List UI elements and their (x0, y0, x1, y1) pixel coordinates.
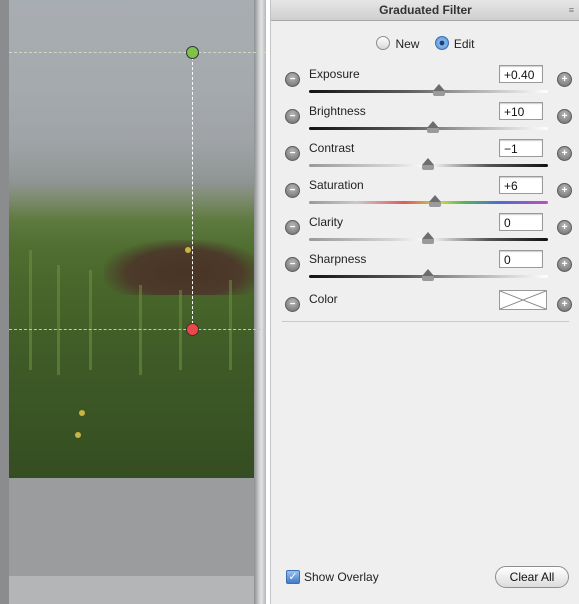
sharpness-slider-thumb[interactable] (422, 269, 434, 281)
filter-end-pin[interactable] (186, 323, 199, 336)
photo-flower (75, 432, 81, 438)
panel-menu-icon[interactable]: ≡ (569, 0, 574, 20)
image-bottom-bar (9, 576, 266, 604)
show-overlay-checkbox[interactable]: ✓ (286, 570, 300, 584)
saturation-value-field[interactable]: +6 (499, 176, 543, 194)
color-label: Color (309, 292, 338, 306)
mode-selector: New Edit (271, 36, 579, 51)
saturation-slider-thumb[interactable] (429, 195, 441, 207)
sharpness-increase-button[interactable]: + (557, 257, 572, 272)
contrast-label: Contrast (309, 141, 355, 155)
clarity-slider-thumb[interactable] (422, 232, 434, 244)
exposure-increase-button[interactable]: + (557, 72, 572, 87)
clarity-increase-button[interactable]: + (557, 220, 572, 235)
panel-separator (282, 321, 569, 322)
color-add-button[interactable]: + (557, 297, 572, 312)
exposure-slider-track[interactable] (309, 90, 548, 93)
exposure-row: − Exposure +0.40 + (271, 64, 579, 101)
photo-canvas[interactable] (9, 0, 254, 478)
clarity-decrease-button[interactable]: − (285, 220, 300, 235)
radio-new[interactable] (376, 36, 391, 50)
exposure-value-field[interactable]: +0.40 (499, 65, 543, 83)
color-remove-button[interactable]: − (285, 297, 300, 312)
brightness-value-field[interactable]: +10 (499, 102, 543, 120)
clarity-value-field[interactable]: 0 (499, 213, 543, 231)
image-bottom-background (9, 478, 254, 576)
sharpness-label: Sharpness (309, 252, 367, 266)
no-color-icon (499, 290, 547, 310)
photo-grass (139, 285, 142, 375)
show-overlay-label: Show Overlay (304, 570, 379, 584)
photo-grass (179, 290, 182, 370)
clarity-label: Clarity (309, 215, 344, 229)
mode-new[interactable]: New (376, 36, 422, 51)
filter-direction-line[interactable] (192, 52, 193, 329)
contrast-decrease-button[interactable]: − (285, 146, 300, 161)
exposure-decrease-button[interactable]: − (285, 72, 300, 87)
exposure-slider-thumb[interactable] (433, 84, 445, 96)
graduated-filter-panel: Graduated Filter ≡ New Edit − Exposure +… (270, 0, 579, 604)
contrast-row: − Contrast −1 + (271, 138, 579, 175)
photo-flower (185, 247, 191, 253)
mode-new-label: New (395, 37, 420, 51)
photo-grass (229, 280, 232, 370)
panel-header: Graduated Filter ≡ (271, 0, 579, 21)
mode-edit-label: Edit (453, 37, 475, 51)
panel-title: Graduated Filter (379, 3, 472, 17)
contrast-increase-button[interactable]: + (557, 146, 572, 161)
sharpness-row: − Sharpness 0 + (271, 249, 579, 286)
filter-end-guide[interactable] (9, 329, 266, 330)
brightness-increase-button[interactable]: + (557, 109, 572, 124)
clear-all-button[interactable]: Clear All (495, 566, 569, 588)
filter-start-pin[interactable] (186, 46, 199, 59)
photo-flower (79, 410, 85, 416)
color-swatch[interactable] (499, 290, 547, 310)
image-preview-area[interactable] (0, 0, 266, 604)
brightness-slider-thumb[interactable] (427, 121, 439, 133)
sharpness-decrease-button[interactable]: − (285, 257, 300, 272)
exposure-label: Exposure (309, 67, 360, 81)
left-edge-strip (0, 0, 9, 604)
brightness-decrease-button[interactable]: − (285, 109, 300, 124)
clarity-row: − Clarity 0 + (271, 212, 579, 249)
saturation-decrease-button[interactable]: − (285, 183, 300, 198)
panel-divider[interactable] (254, 0, 266, 604)
photo-grass (89, 270, 92, 370)
saturation-increase-button[interactable]: + (557, 183, 572, 198)
filter-start-guide[interactable] (9, 52, 266, 53)
photo-grass (29, 250, 32, 370)
radio-edit[interactable] (434, 36, 449, 50)
saturation-label: Saturation (309, 178, 364, 192)
photo-grass (57, 265, 60, 375)
contrast-slider-thumb[interactable] (422, 158, 434, 170)
mode-edit[interactable]: Edit (434, 36, 475, 51)
contrast-value-field[interactable]: −1 (499, 139, 543, 157)
saturation-row: − Saturation +6 + (271, 175, 579, 212)
brightness-label: Brightness (309, 104, 366, 118)
sharpness-value-field[interactable]: 0 (499, 250, 543, 268)
brightness-row: − Brightness +10 + (271, 101, 579, 138)
